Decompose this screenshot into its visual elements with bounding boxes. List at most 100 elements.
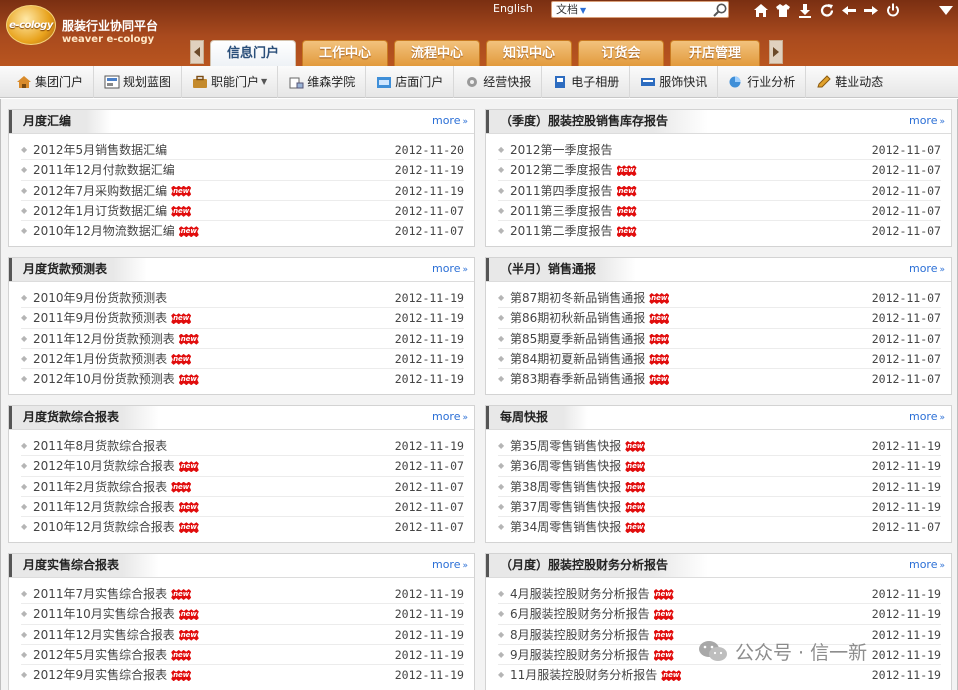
list-item[interactable]: ◆ 2012第一季度报告 2012-11-07 (498, 140, 941, 161)
list-item[interactable]: ◆ 2011年12月货款综合报表 new 2012-11-07 (21, 497, 464, 518)
list-item-link[interactable]: 第35周零售销售快报 new (510, 436, 646, 456)
more-link[interactable]: more» (432, 262, 468, 275)
list-item[interactable]: ◆ 第87期初冬新品销售通报 new 2012-11-07 (498, 288, 941, 309)
back-icon[interactable] (840, 1, 858, 19)
triangle-down-icon[interactable] (936, 2, 956, 18)
list-item-link[interactable]: 2011年12月份货款预测表 new (33, 329, 199, 349)
list-item-link[interactable]: 2012年1月订货数据汇编 new (33, 201, 192, 221)
list-item[interactable]: ◆ 2011第四季度报告 new 2012-11-07 (498, 181, 941, 201)
list-item[interactable]: ◆ 2011年8月货款综合报表 2012-11-19 (21, 436, 464, 457)
power-icon[interactable] (884, 1, 902, 19)
list-item-link[interactable]: 2012年5月销售数据汇编 (33, 140, 167, 160)
list-item[interactable]: ◆ 6月服装控股财务分析报告 new 2012-11-19 (498, 604, 941, 625)
list-item-link[interactable]: 8月服装控股财务分析报告 new (510, 625, 674, 645)
subnav-item-fashion-news[interactable]: 服饰快讯 (630, 65, 719, 98)
subnav-item-functional-portal[interactable]: 职能门户 ▼ (182, 65, 279, 98)
tab-store-management[interactable]: 开店管理 (670, 40, 760, 66)
list-item[interactable]: ◆ 2012年7月采购数据汇编 new 2012-11-19 (21, 181, 464, 201)
list-item[interactable]: ◆ 第83期春季新品销售通报 new 2012-11-07 (498, 369, 941, 389)
list-item[interactable]: ◆ 2011年10月实售综合报表 new 2012-11-19 (21, 604, 464, 625)
list-item[interactable]: ◆ 11月服装控股财务分析报告 new 2012-11-19 (498, 665, 941, 685)
list-item-link[interactable]: 第38周零售销售快报 new (510, 477, 646, 497)
search-icon[interactable] (712, 2, 728, 18)
list-item-link[interactable]: 第83期春季新品销售通报 new (510, 369, 670, 389)
list-item[interactable]: ◆ 2012年10月货款综合报表 new 2012-11-07 (21, 456, 464, 477)
list-item[interactable]: ◆ 第37周零售销售快报 new 2012-11-19 (498, 497, 941, 518)
list-item-link[interactable]: 2012第一季度报告 (510, 140, 613, 160)
list-item-link[interactable]: 2011年8月货款综合报表 (33, 436, 167, 456)
list-item-link[interactable]: 2012年9月实售综合报表 new (33, 665, 192, 685)
more-link[interactable]: more» (432, 114, 468, 127)
more-link[interactable]: more» (909, 558, 945, 571)
subnav-item-industry-analysis[interactable]: 行业分析 (718, 65, 807, 98)
list-item-link[interactable]: 2012年7月采购数据汇编 new (33, 181, 192, 201)
list-item[interactable]: ◆ 2011年12月份货款预测表 new 2012-11-19 (21, 329, 464, 349)
list-item-link[interactable]: 第36周零售销售快报 new (510, 456, 646, 476)
list-item[interactable]: ◆ 2011年7月实售综合报表 new 2012-11-19 (21, 584, 464, 605)
list-item-link[interactable]: 2012第二季度报告 new (510, 160, 637, 180)
list-item-link[interactable]: 2011第二季度报告 new (510, 221, 637, 241)
more-link[interactable]: more» (909, 114, 945, 127)
tab-scroll-right-button[interactable] (769, 40, 783, 64)
list-item[interactable]: ◆ 2010年9月份货款预测表 2012-11-19 (21, 288, 464, 309)
list-item-link[interactable]: 第87期初冬新品销售通报 new (510, 288, 670, 308)
list-item[interactable]: ◆ 2012年1月订货数据汇编 new 2012-11-07 (21, 201, 464, 222)
list-item-link[interactable]: 第84期初夏新品销售通报 new (510, 349, 670, 369)
subnav-item-business-report[interactable]: 经营快报 (454, 65, 543, 98)
language-link[interactable]: English (493, 2, 533, 15)
list-item[interactable]: ◆ 2011年12月付款数据汇编 2012-11-19 (21, 160, 464, 181)
list-item-link[interactable]: 2011第三季度报告 new (510, 201, 637, 221)
list-item-link[interactable]: 2012年5月实售综合报表 new (33, 645, 192, 665)
list-item[interactable]: ◆ 2011第三季度报告 new 2012-11-07 (498, 201, 941, 222)
list-item-link[interactable]: 第85期夏季新品销售通报 new (510, 329, 670, 349)
tab-knowledge-center[interactable]: 知识中心 (486, 40, 572, 66)
forward-icon[interactable] (862, 1, 880, 19)
list-item-link[interactable]: 2010年9月份货款预测表 (33, 288, 167, 308)
list-item[interactable]: ◆ 2010年12月货款综合报表 new 2012-11-07 (21, 517, 464, 537)
list-item-link[interactable]: 2011年12月货款综合报表 new (33, 497, 199, 517)
more-link[interactable]: more» (909, 410, 945, 423)
list-item[interactable]: ◆ 第86期初秋新品销售通报 new 2012-11-07 (498, 308, 941, 329)
tab-workflow-center[interactable]: 流程中心 (394, 40, 480, 66)
list-item[interactable]: ◆ 第35周零售销售快报 new 2012-11-19 (498, 436, 941, 457)
list-item-link[interactable]: 第37周零售销售快报 new (510, 497, 646, 517)
list-item-link[interactable]: 2012年10月份货款预测表 new (33, 369, 199, 389)
subnav-item-photo-album[interactable]: 电子相册 (542, 65, 631, 98)
search-scope-select[interactable]: 文档 ▼ (556, 2, 586, 19)
tab-scroll-left-button[interactable] (190, 40, 204, 64)
list-item-link[interactable]: 2011年10月实售综合报表 new (33, 604, 199, 624)
tab-order-fair[interactable]: 订货会 (578, 40, 664, 66)
list-item[interactable]: ◆ 2012年5月实售综合报表 new 2012-11-19 (21, 645, 464, 666)
list-item[interactable]: ◆ 第34周零售销售快报 new 2012-11-07 (498, 517, 941, 537)
list-item-link[interactable]: 2011年7月实售综合报表 new (33, 584, 192, 604)
list-item-link[interactable]: 2010年12月物流数据汇编 new (33, 221, 199, 241)
home-icon[interactable] (752, 1, 770, 19)
refresh-icon[interactable] (818, 1, 836, 19)
list-item[interactable]: ◆ 第85期夏季新品销售通报 new 2012-11-07 (498, 329, 941, 349)
list-item[interactable]: ◆ 2012年1月份货款预测表 new 2012-11-19 (21, 349, 464, 370)
tab-info-portal[interactable]: 信息门户 (210, 40, 296, 66)
more-link[interactable]: more» (432, 410, 468, 423)
download-icon[interactable] (796, 1, 814, 19)
list-item[interactable]: ◆ 2012第二季度报告 new 2012-11-07 (498, 160, 941, 181)
list-item-link[interactable]: 2011年9月份货款预测表 new (33, 308, 192, 328)
subnav-item-group-portal[interactable]: 集团门户 (6, 65, 95, 98)
list-item[interactable]: ◆ 2011年9月份货款预测表 new 2012-11-19 (21, 308, 464, 329)
list-item-link[interactable]: 9月服装控股财务分析报告 new (510, 645, 674, 665)
list-item-link[interactable]: 6月服装控股财务分析报告 new (510, 604, 674, 624)
list-item[interactable]: ◆ 2011第二季度报告 new 2012-11-07 (498, 221, 941, 241)
subnav-item-blueprint[interactable]: 规划蓝图 (94, 65, 183, 98)
more-link[interactable]: more» (432, 558, 468, 571)
list-item-link[interactable]: 2011第四季度报告 new (510, 181, 637, 201)
list-item-link[interactable]: 2011年12月付款数据汇编 (33, 160, 175, 180)
list-item[interactable]: ◆ 第36周零售销售快报 new 2012-11-19 (498, 456, 941, 477)
list-item-link[interactable]: 2011年12月实售综合报表 new (33, 625, 199, 645)
list-item-link[interactable]: 2010年12月货款综合报表 new (33, 517, 199, 537)
subnav-item-footwear-news[interactable]: 鞋业动态 (806, 66, 893, 98)
list-item[interactable]: ◆ 第38周零售销售快报 new 2012-11-19 (498, 477, 941, 497)
tab-work-center[interactable]: 工作中心 (302, 40, 388, 66)
list-item-link[interactable]: 2012年1月份货款预测表 new (33, 349, 192, 369)
list-item-link[interactable]: 2011年2月货款综合报表 new (33, 477, 192, 497)
list-item[interactable]: ◆ 第84期初夏新品销售通报 new 2012-11-07 (498, 349, 941, 370)
shirt-icon[interactable] (774, 1, 792, 19)
